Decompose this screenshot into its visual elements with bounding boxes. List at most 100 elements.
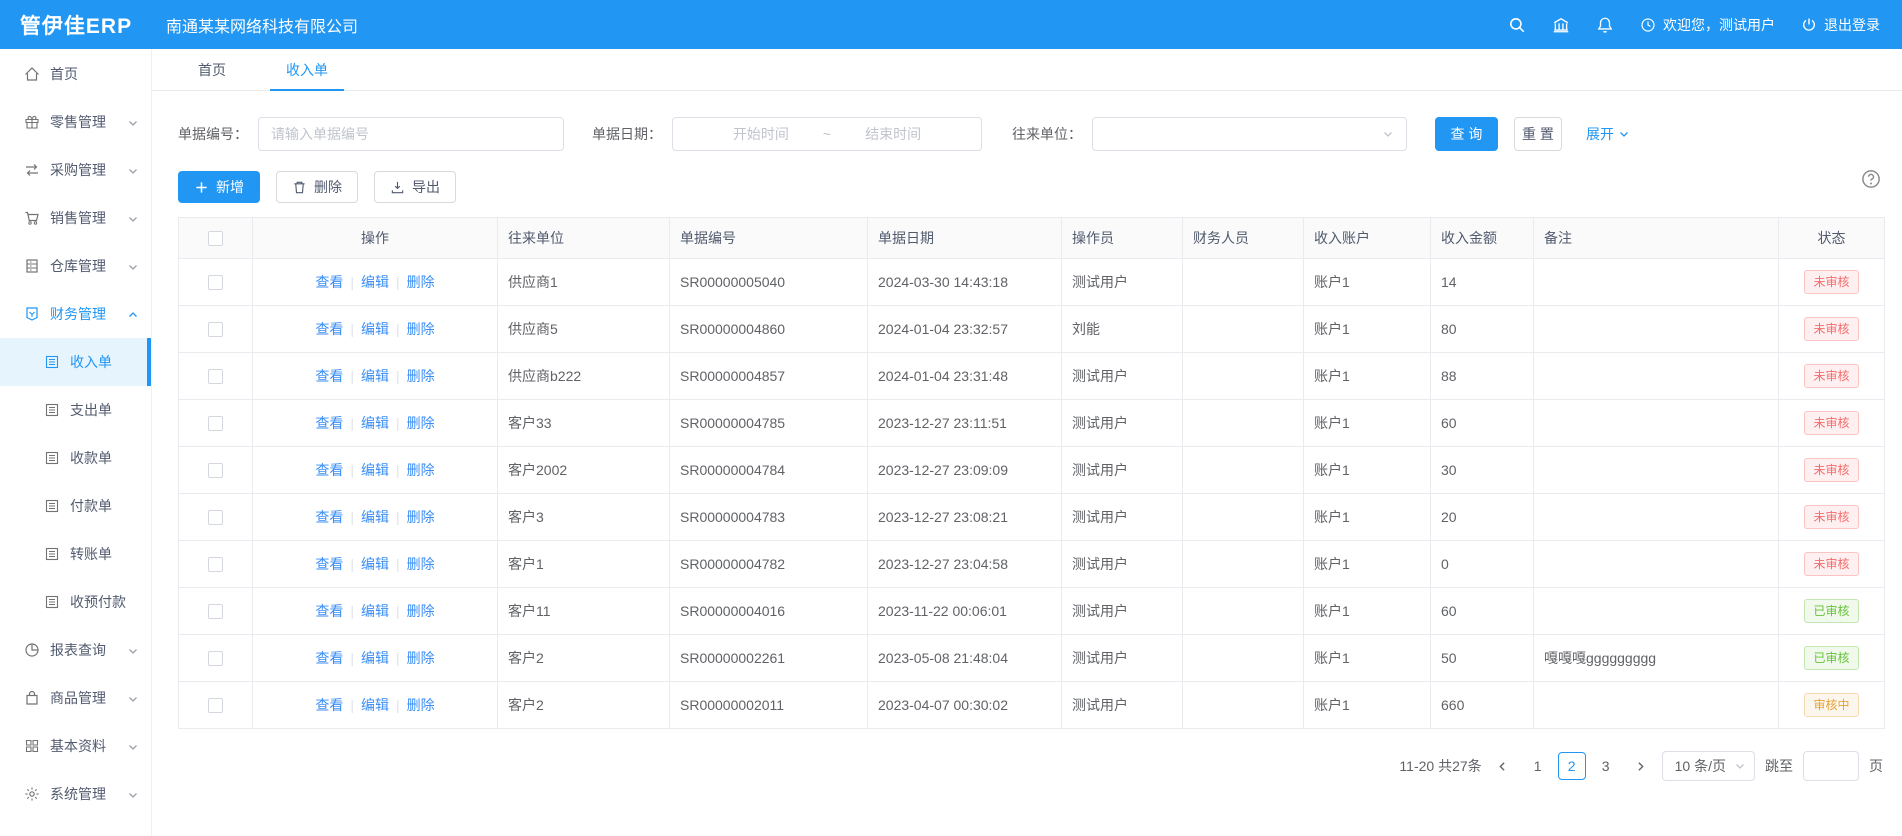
row-checkbox[interactable] bbox=[208, 651, 223, 666]
edit-link[interactable]: 编辑 bbox=[361, 274, 389, 290]
sidebar-item-goods[interactable]: 商品管理 bbox=[0, 674, 151, 722]
view-link[interactable]: 查看 bbox=[315, 697, 343, 713]
delete-link[interactable]: 删除 bbox=[407, 603, 435, 619]
remark-cell bbox=[1534, 400, 1779, 447]
warehouse-icon bbox=[24, 258, 40, 274]
view-link[interactable]: 查看 bbox=[315, 603, 343, 619]
sidebar-item-finance[interactable]: 财务管理 bbox=[0, 290, 151, 338]
delete-link[interactable]: 删除 bbox=[407, 368, 435, 384]
finance-person-cell bbox=[1183, 447, 1304, 494]
row-checkbox[interactable] bbox=[208, 416, 223, 431]
sidebar-item-system[interactable]: 系统管理 bbox=[0, 770, 151, 818]
sidebar-item-reports[interactable]: 报表查询 bbox=[0, 626, 151, 674]
expand-link[interactable]: 展开 bbox=[1586, 124, 1630, 144]
delete-link[interactable]: 删除 bbox=[407, 274, 435, 290]
sidebar-item-receipt-bill[interactable]: 收款单 bbox=[0, 434, 151, 482]
select-all-checkbox[interactable] bbox=[208, 231, 223, 246]
tab-home[interactable]: 首页 bbox=[182, 49, 242, 90]
edit-link[interactable]: 编辑 bbox=[361, 462, 389, 478]
edit-link[interactable]: 编辑 bbox=[361, 603, 389, 619]
income-account-cell: 账户1 bbox=[1304, 306, 1431, 353]
income-amount-cell: 88 bbox=[1431, 353, 1534, 400]
row-checkbox[interactable] bbox=[208, 463, 223, 478]
search-button[interactable]: 查 询 bbox=[1435, 117, 1498, 151]
add-button[interactable]: 新增 bbox=[178, 171, 260, 203]
export-button[interactable]: 导出 bbox=[374, 171, 456, 203]
delete-link[interactable]: 删除 bbox=[407, 462, 435, 478]
tab-income-bill[interactable]: 收入单 bbox=[270, 49, 344, 90]
sidebar-item-purchase[interactable]: 采购管理 bbox=[0, 146, 151, 194]
delete-button[interactable]: 删除 bbox=[276, 171, 358, 203]
sidebar-item-warehouse[interactable]: 仓库管理 bbox=[0, 242, 151, 290]
view-link[interactable]: 查看 bbox=[315, 368, 343, 384]
view-link[interactable]: 查看 bbox=[315, 650, 343, 666]
row-checkbox[interactable] bbox=[208, 604, 223, 619]
date-start-placeholder: 开始时间 bbox=[733, 124, 789, 144]
operator-cell: 测试用户 bbox=[1062, 447, 1183, 494]
page-number-1[interactable]: 1 bbox=[1524, 752, 1552, 780]
sidebar-item-label: 采购管理 bbox=[50, 160, 106, 180]
chevron-down-icon bbox=[1382, 128, 1394, 140]
delete-link[interactable]: 删除 bbox=[407, 556, 435, 572]
bill-no-cell: SR00000004782 bbox=[670, 541, 868, 588]
operator-cell: 测试用户 bbox=[1062, 259, 1183, 306]
search-icon[interactable] bbox=[1508, 16, 1526, 34]
bill-no-input[interactable]: 请输入单据编号 bbox=[258, 117, 564, 151]
partner-select[interactable] bbox=[1092, 117, 1407, 151]
sidebar-item-expense-bill[interactable]: 支出单 bbox=[0, 386, 151, 434]
delete-link[interactable]: 删除 bbox=[407, 415, 435, 431]
edit-link[interactable]: 编辑 bbox=[361, 650, 389, 666]
help-icon[interactable] bbox=[1861, 169, 1881, 189]
row-checkbox[interactable] bbox=[208, 322, 223, 337]
finance-person-cell bbox=[1183, 400, 1304, 447]
delete-link[interactable]: 删除 bbox=[407, 697, 435, 713]
operator-cell: 测试用户 bbox=[1062, 353, 1183, 400]
sidebar-item-retail[interactable]: 零售管理 bbox=[0, 98, 151, 146]
view-link[interactable]: 查看 bbox=[315, 556, 343, 572]
sidebar-item-transfer-bill[interactable]: 转账单 bbox=[0, 530, 151, 578]
edit-link[interactable]: 编辑 bbox=[361, 415, 389, 431]
next-page-icon[interactable] bbox=[1630, 752, 1652, 780]
sidebar-item-home[interactable]: 首页 bbox=[0, 50, 151, 98]
sidebar-item-basic-data[interactable]: 基本资料 bbox=[0, 722, 151, 770]
logout-button[interactable]: 退出登录 bbox=[1801, 15, 1880, 35]
row-checkbox[interactable] bbox=[208, 557, 223, 572]
prev-page-icon[interactable] bbox=[1492, 752, 1514, 780]
edit-link[interactable]: 编辑 bbox=[361, 368, 389, 384]
welcome-user[interactable]: 欢迎您，测试用户 bbox=[1640, 15, 1775, 35]
sidebar-item-label: 仓库管理 bbox=[50, 256, 106, 276]
link-separator: | bbox=[350, 509, 354, 525]
date-range-input[interactable]: 开始时间 ~ 结束时间 bbox=[672, 117, 982, 151]
view-link[interactable]: 查看 bbox=[315, 509, 343, 525]
sidebar-item-sales[interactable]: 销售管理 bbox=[0, 194, 151, 242]
operator-cell: 测试用户 bbox=[1062, 400, 1183, 447]
delete-link[interactable]: 删除 bbox=[407, 509, 435, 525]
row-checkbox[interactable] bbox=[208, 275, 223, 290]
page-number-3[interactable]: 3 bbox=[1592, 752, 1620, 780]
bank-icon[interactable] bbox=[1552, 16, 1570, 34]
view-link[interactable]: 查看 bbox=[315, 462, 343, 478]
row-checkbox[interactable] bbox=[208, 510, 223, 525]
reset-button[interactable]: 重 置 bbox=[1514, 117, 1562, 151]
jump-page-input[interactable] bbox=[1803, 751, 1859, 781]
income-amount-cell: 20 bbox=[1431, 494, 1534, 541]
sidebar-item-payment-bill[interactable]: 付款单 bbox=[0, 482, 151, 530]
edit-link[interactable]: 编辑 bbox=[361, 321, 389, 337]
row-checkbox[interactable] bbox=[208, 698, 223, 713]
edit-link[interactable]: 编辑 bbox=[361, 509, 389, 525]
sidebar-item-advance-payment[interactable]: 收预付款 bbox=[0, 578, 151, 626]
view-link[interactable]: 查看 bbox=[315, 415, 343, 431]
column-header: 往来单位 bbox=[498, 218, 670, 259]
row-checkbox[interactable] bbox=[208, 369, 223, 384]
column-header: 操作员 bbox=[1062, 218, 1183, 259]
edit-link[interactable]: 编辑 bbox=[361, 556, 389, 572]
delete-link[interactable]: 删除 bbox=[407, 650, 435, 666]
page-number-2[interactable]: 2 bbox=[1558, 752, 1586, 780]
bell-icon[interactable] bbox=[1596, 16, 1614, 34]
view-link[interactable]: 查看 bbox=[315, 321, 343, 337]
edit-link[interactable]: 编辑 bbox=[361, 697, 389, 713]
view-link[interactable]: 查看 bbox=[315, 274, 343, 290]
page-size-select[interactable]: 10 条/页 bbox=[1662, 751, 1755, 781]
delete-link[interactable]: 删除 bbox=[407, 321, 435, 337]
sidebar-item-income-bill[interactable]: 收入单 bbox=[0, 338, 151, 386]
